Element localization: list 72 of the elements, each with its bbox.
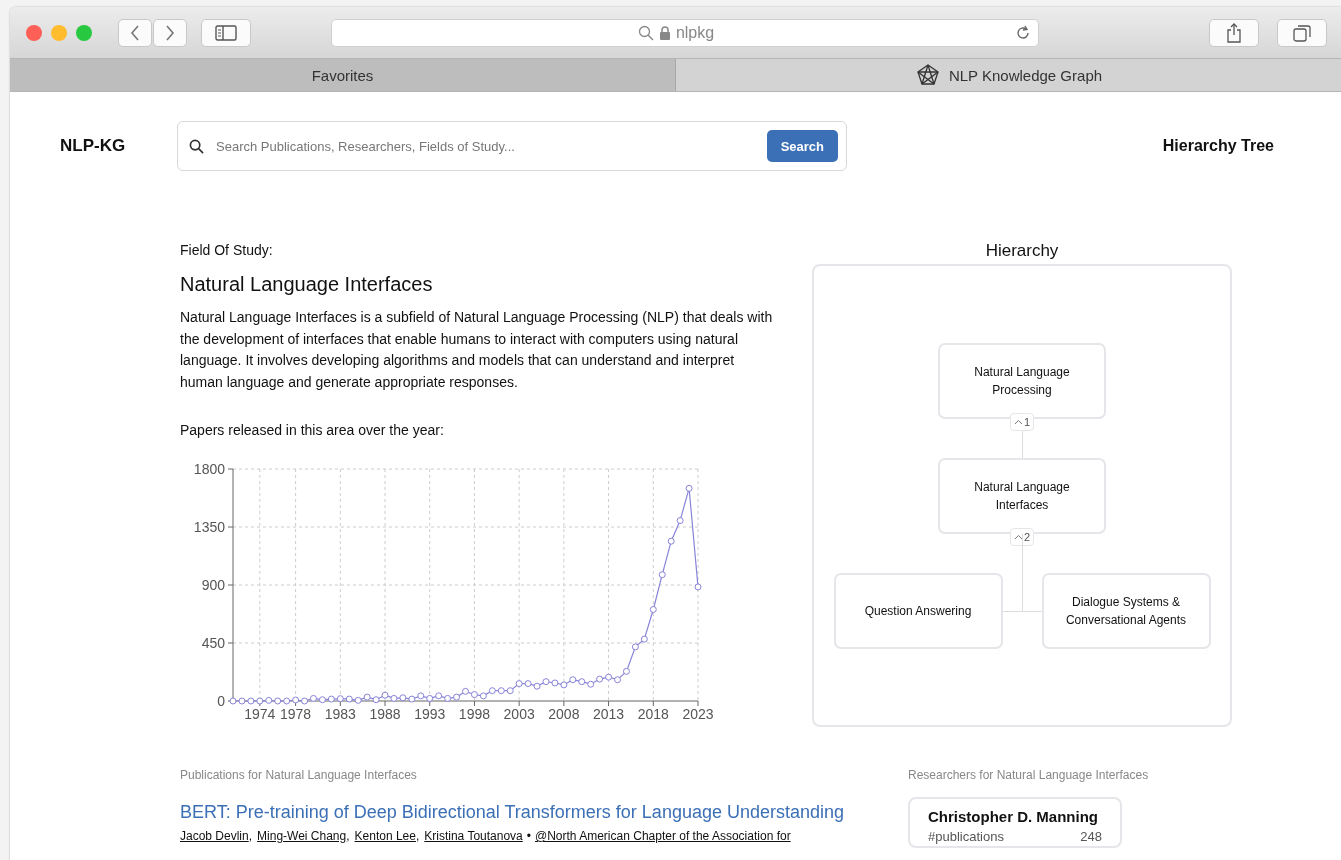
y-tick-label: 900 <box>201 577 225 594</box>
share-icon <box>1226 22 1242 43</box>
x-tick-label: 1988 <box>369 706 401 723</box>
hierarchy-node[interactable]: Natural Language Interfaces <box>938 458 1106 534</box>
tabs-overview-button[interactable] <box>1277 18 1327 47</box>
y-tick-label: 450 <box>201 635 225 652</box>
data-point <box>649 606 657 614</box>
x-tick-label: 2003 <box>503 706 535 723</box>
x-tick-label: 2018 <box>637 706 669 723</box>
author-link[interactable]: Jacob Devlin <box>180 829 249 843</box>
researchers-caption: Researchers for Natural Language Interfaces <box>908 768 1149 782</box>
network-icon <box>914 63 941 87</box>
back-button[interactable] <box>118 18 152 47</box>
sidebar-icon <box>215 24 237 41</box>
x-tick-label: 1983 <box>324 706 356 723</box>
level-badge[interactable]: 1 <box>1009 413 1035 431</box>
comma-separator: , <box>346 829 350 843</box>
x-tick-label: 2023 <box>682 706 714 723</box>
x-tick-label: 1974 <box>244 706 276 723</box>
hierarchy-title: Hierarchy <box>984 241 1060 261</box>
author-link[interactable]: Kenton Lee <box>354 829 416 843</box>
search-button[interactable]: Search <box>766 130 838 162</box>
comma-separator: , <box>248 829 253 843</box>
lock-icon <box>658 25 671 40</box>
search-field[interactable]: Search Publications, Researchers, Fields of Study... Search <box>177 121 847 171</box>
y-tick-label: 1350 <box>193 519 225 536</box>
hierarchy-node[interactable]: Dialogue Systems & Conversational Agents <box>1041 573 1211 649</box>
stat-value: 248 <box>1080 829 1102 844</box>
y-tick-label: 1800 <box>193 461 225 478</box>
researcher-name: Christopher D. Manning <box>928 808 1099 825</box>
sidebar-button[interactable] <box>201 18 251 47</box>
researcher-card[interactable]: Christopher D. Manning #publications 248 <box>908 797 1122 848</box>
data-point <box>658 571 666 579</box>
publications-caption: Publications for Natural Language Interfaces <box>180 768 418 782</box>
venue-link[interactable]: @North American Chapter of the Association for <box>535 829 791 843</box>
chevron-left-icon <box>129 23 141 42</box>
tabs-icon <box>1292 23 1312 42</box>
chevron-right-icon <box>164 23 176 42</box>
hierarchy-tree-link[interactable]: Hierarchy Tree <box>1162 137 1274 155</box>
x-tick-label: 2008 <box>548 706 580 723</box>
chart-caption: Papers released in this area over the year: <box>180 422 445 439</box>
close-button[interactable] <box>26 24 42 41</box>
hierarchy-node[interactable]: Natural Language Processing <box>938 343 1106 419</box>
x-tick-label: 1993 <box>414 706 446 723</box>
site-logo[interactable]: NLP-KG <box>60 136 177 156</box>
level-badge[interactable]: 2 <box>1009 528 1035 546</box>
separator-dot: • <box>526 829 531 843</box>
reload-icon[interactable] <box>1014 23 1032 42</box>
field-title: Natural Language Interfaces <box>180 273 434 296</box>
data-point <box>685 485 693 493</box>
y-tick-label: 0 <box>217 693 225 710</box>
zoom-button[interactable] <box>76 24 92 41</box>
data-point <box>667 538 675 546</box>
search-icon <box>189 138 204 154</box>
stat-label: #publications <box>928 829 1004 844</box>
comma-separator: , <box>415 829 420 843</box>
field-caption: Field Of Study: <box>180 242 274 258</box>
x-tick-label: 2013 <box>593 706 625 723</box>
data-point <box>676 517 684 525</box>
hierarchy-node[interactable]: Question Answering <box>833 573 1003 649</box>
share-button[interactable] <box>1209 18 1259 47</box>
author-link[interactable]: Kristina Toutanova <box>424 829 523 843</box>
forward-button[interactable] <box>153 18 187 47</box>
browser-tab[interactable]: Favorites <box>10 59 675 91</box>
data-point <box>694 583 702 591</box>
address-bar[interactable]: nlpkg <box>331 18 1039 47</box>
x-tick-label: 1978 <box>280 706 312 723</box>
x-tick-label: 1998 <box>458 706 490 723</box>
publication-title-link[interactable]: BERT: Pre-training of Deep Bidirectional Transformers for Language Understanding <box>180 802 908 823</box>
field-description: Natural Language Interfaces is a subfield of Natural Language Processing (NLP) that deals with the development of interfaces that enable humans to interact with computers using natural language. It involves developing algorithms and models that can understand and interpret human language and generate appropriate responses. <box>180 308 774 392</box>
search-icon <box>637 24 654 41</box>
browser-tab[interactable]: NLP Knowledge Graph <box>675 59 1341 91</box>
